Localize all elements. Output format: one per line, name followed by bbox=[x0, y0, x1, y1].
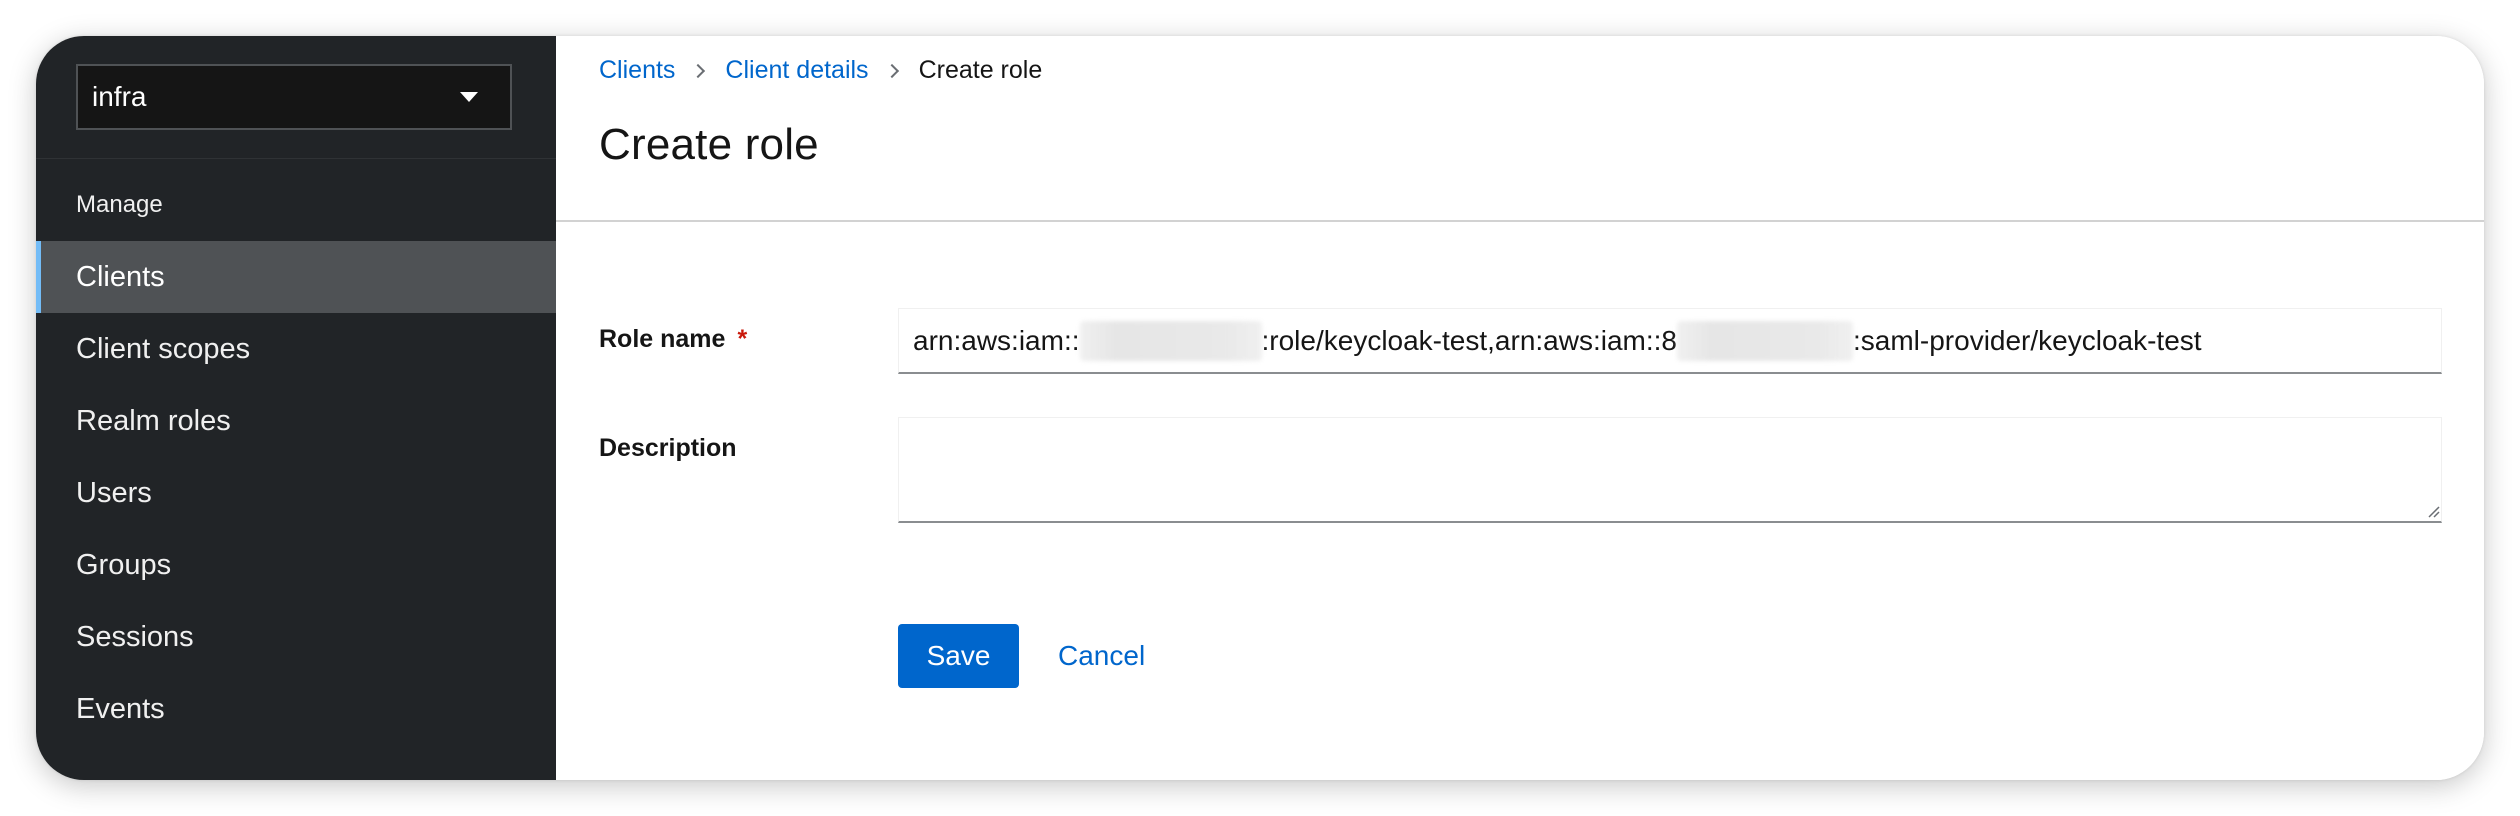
sidebar-item-groups[interactable]: Groups bbox=[36, 529, 556, 601]
sidebar-item-label: Sessions bbox=[76, 620, 194, 653]
breadcrumb-link-clients[interactable]: Clients bbox=[599, 56, 675, 85]
sidebar-item-label: Groups bbox=[76, 548, 172, 581]
caret-down-icon bbox=[460, 92, 478, 102]
role-name-value-part: arn:aws:iam:: bbox=[913, 324, 1080, 356]
sidebar-item-clients[interactable]: Clients bbox=[36, 241, 556, 313]
nav-list: Clients Client scopes Realm roles Users … bbox=[36, 241, 556, 745]
realm-selector[interactable]: infra bbox=[76, 64, 512, 130]
save-button[interactable]: Save bbox=[898, 624, 1019, 688]
description-label: Description bbox=[599, 434, 737, 462]
cancel-button[interactable]: Cancel bbox=[1038, 624, 1165, 688]
sidebar-item-label: Realm roles bbox=[76, 404, 231, 437]
sidebar: infra Manage Clients Client scopes Realm… bbox=[36, 36, 556, 780]
role-name-label: Role name * bbox=[599, 325, 747, 354]
main-content: Clients Client details Create role Creat… bbox=[556, 36, 2484, 780]
sidebar-item-label: Users bbox=[76, 476, 152, 509]
sidebar-item-realm-roles[interactable]: Realm roles bbox=[36, 385, 556, 457]
sidebar-item-label: Events bbox=[76, 692, 165, 725]
sidebar-item-client-scopes[interactable]: Client scopes bbox=[36, 313, 556, 385]
role-name-input[interactable]: arn:aws:iam:::role/keycloak-test,arn:aws… bbox=[898, 308, 2442, 374]
role-name-value-part: :role/keycloak-test,arn:aws:iam::8 bbox=[1261, 324, 1678, 356]
role-name-value-part: :saml-provider/keycloak-test bbox=[1853, 324, 2202, 356]
chevron-right-icon bbox=[884, 63, 899, 78]
resize-handle-icon[interactable] bbox=[2428, 506, 2440, 518]
sidebar-divider bbox=[36, 158, 556, 159]
sidebar-item-events[interactable]: Events bbox=[36, 673, 556, 745]
redacted-account-id bbox=[1079, 320, 1262, 361]
sidebar-item-sessions[interactable]: Sessions bbox=[36, 601, 556, 673]
breadcrumb: Clients Client details Create role bbox=[599, 56, 1042, 85]
required-marker: * bbox=[737, 325, 748, 353]
role-name-label-text: Role name bbox=[599, 325, 726, 353]
chevron-right-icon bbox=[691, 63, 706, 78]
sidebar-item-label: Clients bbox=[76, 260, 165, 293]
sidebar-item-label: Client scopes bbox=[76, 332, 251, 365]
sidebar-item-users[interactable]: Users bbox=[36, 457, 556, 529]
redacted-account-id bbox=[1677, 320, 1853, 361]
app-window: infra Manage Clients Client scopes Realm… bbox=[36, 36, 2484, 780]
description-textarea[interactable] bbox=[898, 417, 2442, 523]
breadcrumb-current: Create role bbox=[918, 56, 1043, 84]
breadcrumb-link-client-details[interactable]: Client details bbox=[725, 56, 868, 85]
nav-section-title: Manage bbox=[76, 191, 163, 218]
page-header: Clients Client details Create role Creat… bbox=[556, 36, 2484, 222]
realm-selector-value: infra bbox=[92, 81, 147, 112]
page-title: Create role bbox=[599, 120, 819, 169]
